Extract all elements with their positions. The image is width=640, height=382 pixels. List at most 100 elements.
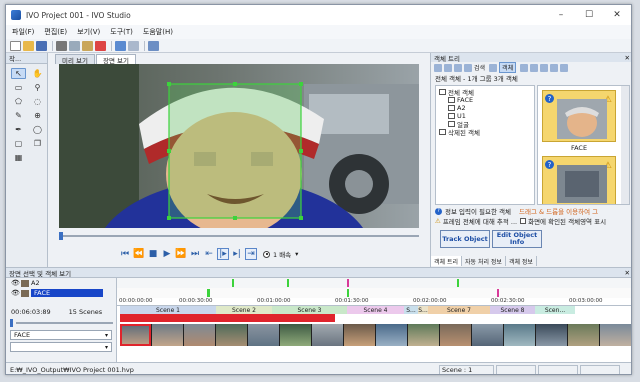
- step-frame-icon[interactable]: |▸: [217, 248, 229, 260]
- edit-object-info-button[interactable]: Edit Object Info: [492, 230, 542, 248]
- thumbnail-card[interactable]: ? ⚠: [542, 90, 616, 142]
- track-row[interactable]: 👁 A2: [6, 278, 116, 288]
- scene-thumbnail[interactable]: [312, 324, 343, 346]
- menu-tools[interactable]: 도구(T): [110, 27, 133, 37]
- scene-thumbnail[interactable]: [120, 324, 151, 346]
- thumbnail-card[interactable]: ? ⚠: [542, 156, 616, 204]
- scene-segment[interactable]: Scen...: [535, 306, 575, 314]
- frame-icon[interactable]: ▢: [11, 138, 26, 149]
- target-icon[interactable]: ⊕: [30, 110, 45, 121]
- scene-segment[interactable]: Scene 4: [347, 306, 404, 314]
- tab-object-info[interactable]: 객체 정보: [506, 256, 537, 266]
- tab-object-tree[interactable]: 객체 트리: [431, 256, 462, 266]
- menu-view[interactable]: 보기(V): [77, 27, 100, 37]
- object-icon[interactable]: [489, 63, 498, 72]
- scrub-handle[interactable]: [59, 232, 63, 240]
- thumbnail-scrollbar[interactable]: [621, 86, 629, 204]
- tab-scene-view[interactable]: 장면 보기: [96, 54, 136, 65]
- scene-segment[interactable]: Scene 3: [272, 306, 347, 314]
- close-button[interactable]: ✕: [603, 5, 631, 25]
- maximize-button[interactable]: ☐: [575, 5, 603, 25]
- track-row[interactable]: 👁 FACE: [6, 288, 116, 298]
- scene-thumbnail[interactable]: [248, 324, 279, 346]
- scene-segment[interactable]: Scene 1: [120, 306, 216, 314]
- tab-auto-processing[interactable]: 자동 처리 정보: [462, 256, 506, 266]
- tab-preview[interactable]: 미리 보기: [55, 54, 95, 65]
- hand-icon[interactable]: ✋: [30, 68, 45, 79]
- scene-segment[interactable]: Scene 7: [428, 306, 490, 314]
- brush-icon[interactable]: ✎: [11, 110, 26, 121]
- scene-thumbnail[interactable]: [216, 324, 247, 346]
- undo-icon[interactable]: [115, 40, 126, 51]
- minimize-button[interactable]: –: [547, 5, 575, 25]
- search-icon[interactable]: ⚲: [30, 82, 45, 93]
- scene-thumbnail[interactable]: [408, 324, 439, 346]
- video-scrubber[interactable]: [59, 231, 419, 241]
- search-icon[interactable]: [464, 63, 472, 72]
- view-icon[interactable]: [520, 63, 529, 72]
- sort-icon[interactable]: [530, 63, 539, 72]
- cut-icon[interactable]: [56, 40, 67, 51]
- menu-file[interactable]: 파일(F): [12, 27, 34, 37]
- scene-thumbnail[interactable]: [536, 324, 567, 346]
- zoom-icon[interactable]: [148, 40, 159, 51]
- scene-segment[interactable]: S...: [418, 306, 428, 314]
- speed-radio[interactable]: [263, 250, 270, 258]
- scene-segment[interactable]: Scene 8: [490, 306, 535, 314]
- step-forward-icon[interactable]: ▸|: [231, 248, 243, 260]
- tree-item[interactable]: FACE: [439, 96, 531, 104]
- scene-segment[interactable]: Scene 2: [216, 306, 272, 314]
- tree-item[interactable]: 삭제된 객체: [439, 128, 531, 137]
- delete-icon[interactable]: [95, 40, 106, 51]
- object-select[interactable]: FACE ▾: [10, 330, 112, 340]
- grid-icon[interactable]: ▦: [11, 152, 26, 163]
- scene-thumbnail[interactable]: [184, 324, 215, 346]
- selected-range-bar[interactable]: [120, 314, 335, 322]
- ellipse-icon[interactable]: ◯: [30, 124, 45, 135]
- menu-edit[interactable]: 편집(E): [44, 27, 67, 37]
- split-icon[interactable]: [550, 63, 559, 72]
- stop-icon[interactable]: ■: [147, 248, 159, 260]
- polygon-icon[interactable]: ⬠: [11, 96, 26, 107]
- scene-thumbnail[interactable]: [152, 324, 183, 346]
- delete-object-icon[interactable]: [454, 63, 462, 72]
- loop-icon[interactable]: ⇥: [245, 248, 257, 260]
- fast-forward-icon[interactable]: ⏩: [175, 248, 187, 260]
- speed-dropdown-arrow-icon[interactable]: ▾: [295, 250, 298, 258]
- step-back-icon[interactable]: ⇤: [203, 248, 215, 260]
- scene-thumbnail[interactable]: [504, 324, 535, 346]
- scene-thumbnail[interactable]: [568, 324, 599, 346]
- skip-end-icon[interactable]: ⏭: [189, 248, 201, 260]
- tree-item[interactable]: A2: [439, 104, 531, 112]
- panel-close-icon[interactable]: ✕: [625, 269, 630, 277]
- scene-thumbnail[interactable]: [440, 324, 471, 346]
- zoom-slider[interactable]: [6, 318, 116, 328]
- play-icon[interactable]: ▶: [161, 248, 173, 260]
- redo-icon[interactable]: [128, 40, 139, 51]
- merge-icon[interactable]: [540, 63, 549, 72]
- display-area-checkbox[interactable]: [520, 218, 527, 224]
- tree-item[interactable]: 전체 객체: [439, 88, 531, 97]
- scene-thumbnail[interactable]: [344, 324, 375, 346]
- layers-icon[interactable]: ❐: [30, 138, 45, 149]
- menu-help[interactable]: 도움말(H): [143, 27, 173, 37]
- open-folder-icon[interactable]: [23, 40, 34, 51]
- lasso-icon[interactable]: ◌: [30, 96, 45, 107]
- skip-start-icon[interactable]: ⏮: [119, 248, 131, 260]
- panel-close-icon[interactable]: ✕: [625, 54, 630, 62]
- object-mode-label[interactable]: 객체: [499, 62, 517, 73]
- timeline-tracks[interactable]: 00:00:00:00 00:00:30:00 00:01:00:00 00:0…: [116, 278, 631, 362]
- select-arrow-icon[interactable]: ↖: [11, 68, 26, 79]
- pen-icon[interactable]: ✒: [11, 124, 26, 135]
- scene-thumbnail[interactable]: [376, 324, 407, 346]
- paste-icon[interactable]: [82, 40, 93, 51]
- tree-item[interactable]: U1: [439, 112, 531, 120]
- scene-segment[interactable]: S...: [404, 306, 418, 314]
- slider-handle[interactable]: [10, 319, 13, 327]
- scene-thumbnail[interactable]: [600, 324, 631, 346]
- add-group-icon[interactable]: [434, 63, 442, 72]
- rectangle-icon[interactable]: ▭: [11, 82, 26, 93]
- settings-icon[interactable]: [560, 63, 569, 72]
- new-file-icon[interactable]: [10, 40, 21, 51]
- search-mode-label[interactable]: 검색: [474, 63, 485, 72]
